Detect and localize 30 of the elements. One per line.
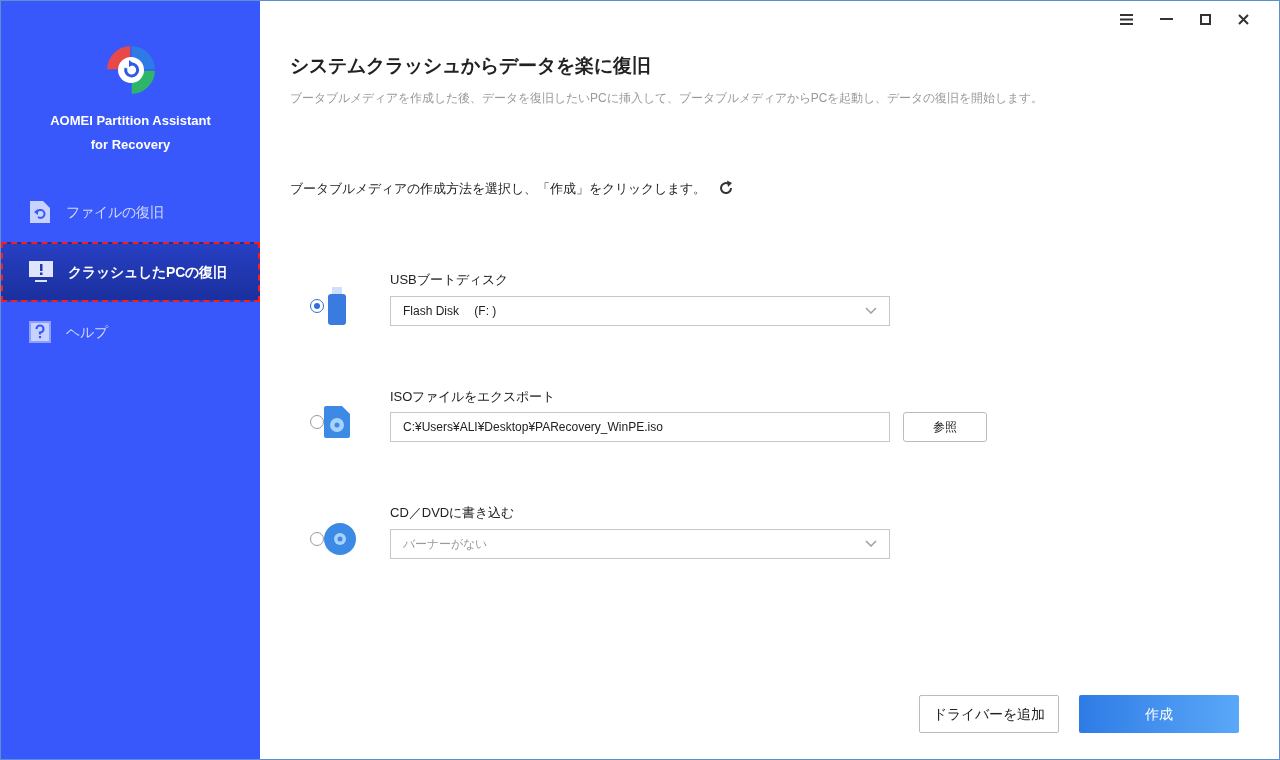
sidebar-item[interactable]: クラッシュしたPCの復旧 — [1, 242, 260, 302]
sidebar-item[interactable]: ファイルの復旧 — [1, 182, 260, 242]
dropdown[interactable]: Flash Disk (F: ) — [390, 295, 890, 326]
disc-icon — [324, 522, 356, 555]
dropdown-value: Flash Disk (F: ) — [403, 302, 497, 320]
option-label: USBブートディスク — [390, 271, 509, 289]
chevron-down-icon — [865, 307, 877, 314]
disc-file-icon — [324, 406, 350, 439]
maximize-icon[interactable] — [1200, 13, 1211, 25]
refresh-icon[interactable] — [718, 180, 734, 197]
app-subtitle: for Recovery — [90, 135, 171, 154]
path-input-field[interactable]: C:¥Users¥ALI¥Desktop¥PARecovery_WinPE.iso — [390, 412, 890, 442]
page-description: ブータブルメディアを作成した後、データを復旧したいPCに挿入して、ブータブルメディアからPCを起動し、データの復旧を開始します。 — [290, 89, 1045, 107]
close-icon[interactable] — [1238, 13, 1249, 25]
app-name: AOMEI Partition Assistant — [50, 112, 211, 130]
file-restore-icon — [29, 200, 51, 224]
option-label: CD／DVDに書き込む — [390, 504, 516, 522]
option-label: ISOファイルをエクスポート — [390, 387, 557, 406]
add-driver-button[interactable]: ドライバーを追加 — [919, 695, 1059, 733]
browse-button[interactable]: 参照 — [903, 412, 987, 442]
sidebar-item[interactable]: ヘルプ — [1, 302, 260, 362]
dropdown-placeholder: バーナーがない — [403, 535, 487, 553]
page-title: システムクラッシュからデータを楽に復旧 — [290, 54, 652, 78]
help-icon — [29, 321, 51, 343]
monitor-warning-icon — [29, 261, 53, 283]
menu-icon[interactable] — [1120, 13, 1133, 25]
usb-drive-icon — [327, 286, 347, 325]
chevron-down-icon — [865, 540, 877, 547]
logo-icon — [106, 46, 155, 94]
instruction-text: ブータブルメディアの作成方法を選択し、「作成」をクリックします。 — [290, 179, 706, 198]
